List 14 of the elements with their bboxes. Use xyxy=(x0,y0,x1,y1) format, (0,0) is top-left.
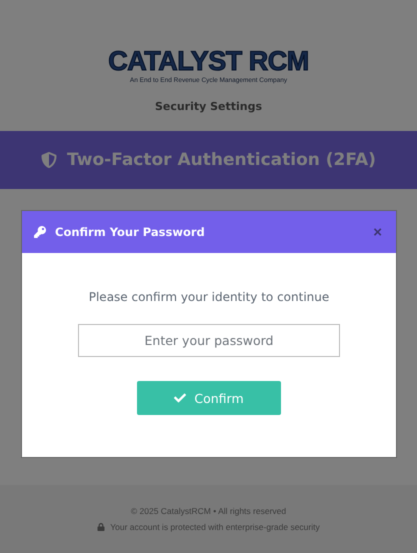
banner-title: Two-Factor Authentication (2FA) xyxy=(67,150,376,170)
logo-name: CATALYST RCM xyxy=(108,48,309,75)
shield-icon xyxy=(41,152,58,168)
modal-title: Confirm Your Password xyxy=(55,225,206,239)
copyright-text: © 2025 CatalystRCM • All rights reserved xyxy=(130,506,286,516)
confirm-button[interactable]: Confirm xyxy=(137,381,281,415)
lock-icon xyxy=(97,523,106,531)
modal-message: Please confirm your identity to continue xyxy=(88,290,330,304)
page-title: Security Settings xyxy=(154,100,264,113)
close-button[interactable]: × xyxy=(371,224,384,240)
password-field[interactable]: Enter your password xyxy=(78,324,340,357)
check-icon xyxy=(174,392,186,404)
key-icon xyxy=(34,226,46,238)
security-note: Your account is protected with enterprise-grade security xyxy=(110,522,320,532)
